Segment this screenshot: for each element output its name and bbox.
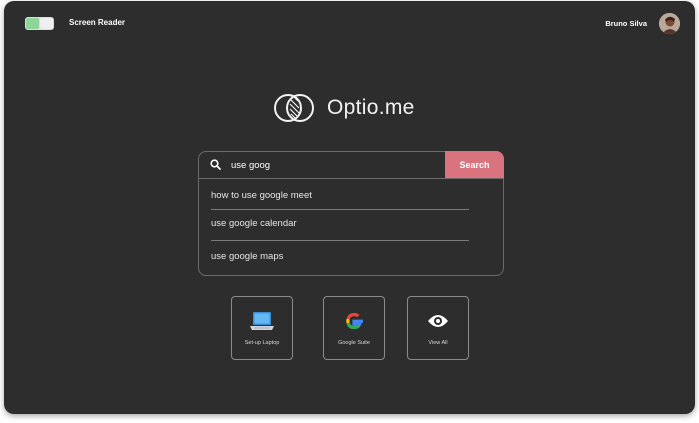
logo-rings-icon xyxy=(274,94,314,122)
user-name: Bruno Silva xyxy=(605,19,647,28)
laptop-icon xyxy=(250,312,274,330)
avatar-image xyxy=(659,13,680,34)
search-icon xyxy=(210,159,221,170)
suggestion-item[interactable]: use google maps xyxy=(211,251,283,262)
brand-logo: Optio.me xyxy=(270,91,430,127)
quick-link-google-suite[interactable]: Google Suite xyxy=(323,296,385,360)
avatar[interactable] xyxy=(659,13,680,34)
quick-link-label: Set-up Laptop xyxy=(244,340,280,346)
screen-reader-toggle[interactable] xyxy=(25,17,54,30)
suggestion-divider xyxy=(211,240,469,241)
suggestion-item[interactable]: use google calendar xyxy=(211,218,297,229)
quick-link-label: Google Suite xyxy=(338,340,370,346)
search-panel: Search how to use google meet use google… xyxy=(198,151,504,276)
suggestion-item[interactable]: how to use google meet xyxy=(211,190,312,201)
search-bar: Search xyxy=(199,151,504,179)
google-icon xyxy=(346,312,363,330)
quick-link-view-all[interactable]: View All xyxy=(407,296,469,360)
quick-link-label: View All xyxy=(428,340,448,346)
search-input[interactable] xyxy=(231,157,431,173)
quick-link-setup-laptop[interactable]: Set-up Laptop xyxy=(231,296,293,360)
search-button[interactable]: Search xyxy=(445,151,504,178)
suggestion-divider xyxy=(211,209,469,210)
logo-text: Optio.me xyxy=(327,96,415,119)
app-window: Screen Reader Bruno Silva Optio.me S xyxy=(4,1,695,414)
toggle-knob-on xyxy=(26,18,39,29)
top-bar: Screen Reader Bruno Silva xyxy=(4,1,695,41)
eye-icon xyxy=(428,315,448,327)
toggle-knob-off xyxy=(40,18,53,29)
screen-reader-label: Screen Reader xyxy=(69,18,126,27)
